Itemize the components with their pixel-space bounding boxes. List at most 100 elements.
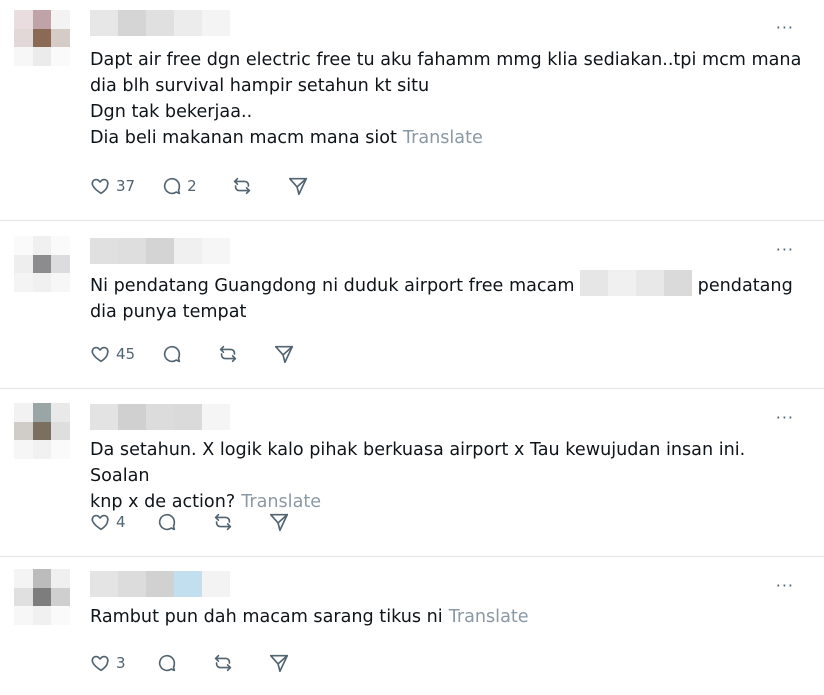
avatar-pixel xyxy=(51,273,70,292)
avatar-pixel xyxy=(51,236,70,255)
reply-text: Ni pendatang Guangdong ni duduk airport … xyxy=(90,270,810,325)
avatar-pixel xyxy=(32,236,52,255)
avatar-pixel xyxy=(14,421,33,441)
avatar-pixel xyxy=(51,28,70,48)
send-icon xyxy=(288,177,307,196)
avatar-pixel xyxy=(32,403,52,422)
avatar-pixel xyxy=(51,569,70,588)
redacted-pixel xyxy=(636,270,665,296)
username-redacted[interactable] xyxy=(90,404,230,430)
speech-bubble-icon xyxy=(158,513,175,531)
repost-icon xyxy=(219,345,237,363)
avatar-pixel xyxy=(32,47,52,66)
reply-button[interactable] xyxy=(156,511,178,533)
more-options-button[interactable]: ··· xyxy=(776,408,794,427)
reply-post: ··· Rambut pun dah macam sarang tikus ni… xyxy=(0,557,824,695)
reply-button[interactable] xyxy=(156,652,178,674)
username-pixel xyxy=(146,238,174,264)
username-pixel xyxy=(90,571,118,597)
username-pixel xyxy=(90,238,118,264)
avatar[interactable] xyxy=(14,569,70,625)
avatar-pixel xyxy=(14,587,33,607)
avatar-pixel xyxy=(14,569,33,588)
like-count: 4 xyxy=(116,513,126,531)
avatar-pixel xyxy=(32,28,52,48)
like-button[interactable]: 45 xyxy=(90,343,135,365)
reply-text-line: Da setahun. X logik kalo pihak berkuasa … xyxy=(90,440,751,486)
avatar[interactable] xyxy=(14,10,70,66)
reply-text-line: Dapt air free dgn electric free tu aku f… xyxy=(90,50,802,70)
redacted-text xyxy=(580,270,693,296)
reply-text-line: dia punya tempat xyxy=(90,302,247,322)
username-pixel xyxy=(174,10,202,36)
avatar-pixel xyxy=(32,587,52,607)
like-button[interactable]: 4 xyxy=(90,511,126,533)
avatar-pixel xyxy=(14,236,33,255)
avatar-pixel xyxy=(32,273,52,292)
more-options-button[interactable]: ··· xyxy=(776,240,794,259)
share-button[interactable] xyxy=(268,511,290,533)
like-button[interactable]: 3 xyxy=(90,652,126,674)
username-pixel xyxy=(90,404,118,430)
username-pixel xyxy=(146,404,174,430)
reply-text: Da setahun. X logik kalo pihak berkuasa … xyxy=(90,437,810,515)
avatar-pixel xyxy=(32,440,52,459)
more-options-button[interactable]: ··· xyxy=(776,576,794,595)
avatar[interactable] xyxy=(14,403,70,459)
repost-button[interactable] xyxy=(217,343,239,365)
avatar-pixel xyxy=(14,403,33,422)
username-redacted[interactable] xyxy=(90,571,230,597)
like-button[interactable]: 37 xyxy=(90,175,135,197)
username-pixel xyxy=(90,10,118,36)
redacted-pixel xyxy=(664,270,693,296)
avatar-pixel xyxy=(14,606,33,625)
avatar-pixel xyxy=(51,440,70,459)
send-icon xyxy=(269,513,288,532)
share-button[interactable] xyxy=(268,652,290,674)
avatar-pixel xyxy=(32,10,52,29)
username-redacted[interactable] xyxy=(90,238,230,264)
heart-icon xyxy=(91,346,109,363)
send-icon xyxy=(269,654,288,673)
avatar-pixel xyxy=(51,587,70,607)
username-pixel xyxy=(118,10,146,36)
reply-count: 2 xyxy=(187,177,197,195)
repost-icon xyxy=(214,513,231,531)
username-pixel xyxy=(174,238,202,264)
avatar-pixel xyxy=(32,569,52,588)
reply-text: Dapt air free dgn electric free tu aku f… xyxy=(90,47,810,151)
repost-button[interactable] xyxy=(212,652,234,674)
reply-text-segment: pendatang xyxy=(692,276,793,296)
reply-post: ··· Da setahun. X logik kalo pihak berku… xyxy=(0,389,824,556)
speech-bubble-icon xyxy=(163,177,181,195)
repost-button[interactable] xyxy=(231,175,253,197)
username-pixel xyxy=(118,404,146,430)
translate-link[interactable]: Translate xyxy=(449,607,529,627)
reply-button[interactable]: 2 xyxy=(161,175,197,197)
reply-text-line: Rambut pun dah macam sarang tikus ni xyxy=(90,607,443,627)
reply-post: ··· Ni pendatang Guangdong ni duduk airp… xyxy=(0,221,824,388)
speech-bubble-icon xyxy=(158,654,175,672)
avatar-pixel xyxy=(51,421,70,441)
avatar-pixel xyxy=(32,421,52,441)
username-pixel xyxy=(118,571,146,597)
like-count: 37 xyxy=(116,177,136,195)
speech-bubble-icon xyxy=(163,345,181,363)
heart-icon xyxy=(91,514,109,531)
more-options-button[interactable]: ··· xyxy=(776,18,794,37)
avatar-pixel xyxy=(14,47,33,66)
translate-link[interactable]: Translate xyxy=(403,128,483,148)
heart-icon xyxy=(91,655,109,672)
username-redacted[interactable] xyxy=(90,10,230,36)
username-pixel xyxy=(118,238,146,264)
username-pixel xyxy=(202,10,230,36)
repost-icon xyxy=(233,177,250,195)
reply-button[interactable] xyxy=(161,343,183,365)
share-button[interactable] xyxy=(287,175,309,197)
username-pixel xyxy=(146,571,174,597)
share-button[interactable] xyxy=(273,343,295,365)
avatar-pixel xyxy=(51,403,70,422)
avatar[interactable] xyxy=(14,236,70,292)
username-pixel xyxy=(174,571,202,597)
repost-button[interactable] xyxy=(212,511,234,533)
